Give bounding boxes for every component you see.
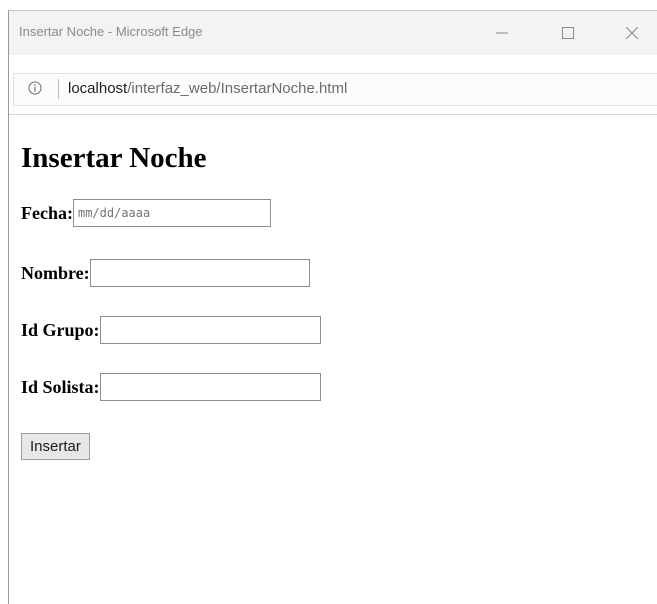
address-bar: localhost/interfaz_web/InsertarNoche.htm… xyxy=(9,55,657,115)
id-grupo-row: Id Grupo: xyxy=(21,316,321,344)
id-solista-label: Id Solista: xyxy=(21,376,100,397)
maximize-icon xyxy=(562,27,574,39)
fecha-row: Fecha: xyxy=(21,199,271,227)
window-title: Insertar Noche - Microsoft Edge xyxy=(19,24,203,39)
nombre-row: Nombre: xyxy=(21,259,310,287)
page-title: Insertar Noche xyxy=(21,142,207,174)
id-grupo-label: Id Grupo: xyxy=(21,319,100,340)
title-bar: Insertar Noche - Microsoft Edge xyxy=(9,11,657,55)
id-grupo-input[interactable] xyxy=(99,316,321,344)
minimize-icon xyxy=(496,32,508,34)
insertar-button[interactable]: Insertar xyxy=(21,433,90,460)
url-text[interactable]: localhost/interfaz_web/InsertarNoche.htm… xyxy=(68,80,347,97)
nombre-input[interactable] xyxy=(89,259,310,287)
id-solista-row: Id Solista: xyxy=(21,373,321,401)
address-field[interactable]: localhost/interfaz_web/InsertarNoche.htm… xyxy=(13,73,657,106)
fecha-label: Fecha: xyxy=(21,202,73,223)
maximize-button[interactable] xyxy=(545,11,591,55)
browser-window: Insertar Noche - Microsoft Edge localhos… xyxy=(8,10,657,604)
close-icon xyxy=(626,27,638,39)
minimize-button[interactable] xyxy=(479,11,525,55)
id-solista-input[interactable] xyxy=(99,373,321,401)
fecha-input[interactable] xyxy=(72,199,271,227)
address-separator xyxy=(58,79,59,99)
page-content: Insertar Noche Fecha: Nombre: Id Grupo: … xyxy=(9,115,657,604)
nombre-label: Nombre: xyxy=(21,262,90,283)
url-host: localhost xyxy=(68,80,128,97)
info-icon[interactable] xyxy=(28,81,42,95)
url-path: /interfaz_web/InsertarNoche.html xyxy=(127,80,348,97)
close-button[interactable] xyxy=(609,11,655,55)
